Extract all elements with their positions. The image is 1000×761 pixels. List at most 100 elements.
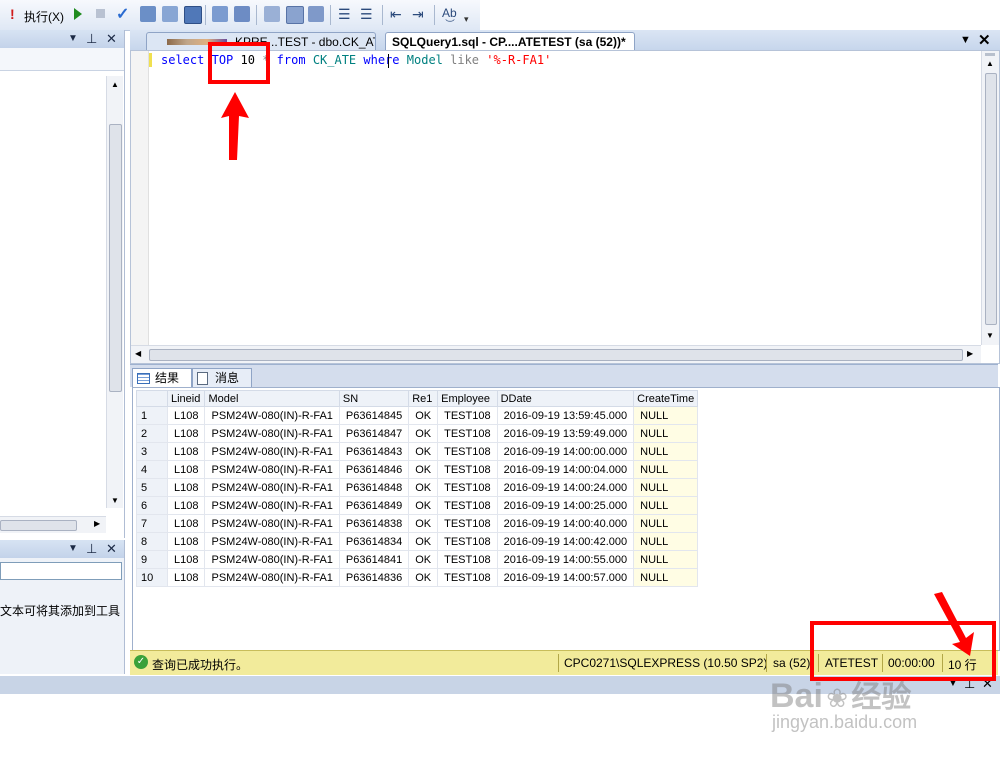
table-cell[interactable]: TEST108 — [437, 460, 498, 479]
table-cell[interactable]: P63614846 — [338, 460, 410, 479]
editor-vertical-scrollbar[interactable]: ▲ ▼ — [981, 51, 999, 345]
table-cell[interactable]: PSM24W-080(IN)-R-FA1 — [204, 514, 340, 533]
horizontal-scrollbar[interactable]: ▶ — [0, 516, 106, 533]
scroll-down-icon[interactable]: ▼ — [111, 496, 119, 505]
table-cell[interactable]: L108 — [166, 568, 206, 587]
table-cell[interactable]: L108 — [166, 406, 206, 425]
results-to-grid-icon[interactable] — [184, 6, 202, 24]
table-cell[interactable]: L108 — [166, 460, 206, 479]
table-cell[interactable]: 2016-09-19 14:00:42.000 — [496, 532, 635, 551]
table-cell[interactable]: 2016-09-19 14:00:24.000 — [496, 478, 635, 497]
dropdown-icon[interactable]: ▼ — [68, 33, 78, 44]
row-number-cell[interactable]: 7 — [136, 514, 168, 533]
table-cell[interactable]: P63614845 — [338, 406, 410, 425]
editor-horizontal-scrollbar[interactable]: ◀ ▶ — [131, 345, 981, 363]
table-cell[interactable]: PSM24W-080(IN)-R-FA1 — [204, 496, 340, 515]
scroll-right-icon[interactable]: ▶ — [94, 519, 100, 528]
table-cell[interactable]: PSM24W-080(IN)-R-FA1 — [204, 424, 340, 443]
tab-list-dropdown-icon[interactable]: ▼ — [960, 34, 971, 46]
table-cell[interactable]: P63614838 — [338, 514, 410, 533]
close-icon[interactable]: ✕ — [106, 31, 117, 47]
table-row[interactable]: 4 L108 PSM24W-080(IN)-R-FA1 P63614846 OK TEST… — [136, 460, 699, 479]
table-cell[interactable]: 2016-09-19 14:00:40.000 — [496, 514, 635, 533]
table-cell[interactable]: NULL — [633, 424, 699, 443]
editor-h-scroll-thumb[interactable] — [149, 349, 963, 361]
row-number-cell[interactable]: 3 — [136, 442, 168, 461]
pin-icon[interactable]: ⊥ — [86, 541, 97, 557]
scroll-left-icon[interactable]: ◀ — [135, 349, 141, 358]
column-header[interactable]: Lineid — [166, 390, 206, 407]
column-header[interactable]: Employee — [437, 390, 498, 407]
table-cell[interactable]: OK — [408, 514, 439, 533]
table-cell[interactable]: P63614841 — [338, 550, 410, 569]
table-cell[interactable]: P63614834 — [338, 532, 410, 551]
table-cell[interactable]: PSM24W-080(IN)-R-FA1 — [204, 460, 340, 479]
search-input[interactable] — [0, 562, 122, 580]
table-cell[interactable]: PSM24W-080(IN)-R-FA1 — [204, 442, 340, 461]
table-cell[interactable]: OK — [408, 568, 439, 587]
stop-icon[interactable] — [96, 9, 105, 18]
close-icon[interactable]: ✕ — [106, 541, 117, 557]
table-cell[interactable]: 2016-09-19 14:00:00.000 — [496, 442, 635, 461]
check-icon[interactable]: ✓ — [116, 4, 129, 24]
vertical-scrollbar[interactable]: ▲ ▼ — [106, 76, 123, 508]
column-header[interactable]: Model — [204, 390, 340, 407]
parse-icon[interactable] — [162, 6, 178, 22]
table-cell[interactable]: P63614843 — [338, 442, 410, 461]
table-cell[interactable]: TEST108 — [437, 496, 498, 515]
scroll-up-icon[interactable]: ▲ — [111, 80, 119, 89]
table-row[interactable]: 6 L108 PSM24W-080(IN)-R-FA1 P63614849 OK TEST… — [136, 496, 699, 515]
template-params-icon[interactable]: A͜b — [442, 6, 457, 20]
table-cell[interactable]: OK — [408, 496, 439, 515]
sql-editor[interactable]: select TOP 10 * from CK_ATE where Model … — [130, 50, 1000, 364]
table-cell[interactable]: P63614849 — [338, 496, 410, 515]
row-number-cell[interactable]: 8 — [136, 532, 168, 551]
row-number-cell[interactable]: 2 — [136, 424, 168, 443]
scroll-up-icon[interactable]: ▲ — [986, 59, 994, 68]
tab-results[interactable]: 结果 — [132, 368, 192, 387]
table-cell[interactable]: L108 — [166, 424, 206, 443]
table-cell[interactable]: TEST108 — [437, 478, 498, 497]
tab-messages[interactable]: 消息 — [192, 368, 252, 387]
table-cell[interactable]: L108 — [166, 496, 206, 515]
splitter-handle[interactable] — [985, 53, 995, 56]
table-row[interactable]: 5 L108 PSM24W-080(IN)-R-FA1 P63614848 OK TEST… — [136, 478, 699, 497]
table-cell[interactable]: OK — [408, 460, 439, 479]
table-cell[interactable]: L108 — [166, 442, 206, 461]
table-cell[interactable]: NULL — [633, 532, 699, 551]
table-cell[interactable]: NULL — [633, 568, 699, 587]
table-cell[interactable]: NULL — [633, 514, 699, 533]
row-number-cell[interactable]: 10 — [136, 568, 168, 587]
table-cell[interactable]: 2016-09-19 14:00:57.000 — [496, 568, 635, 587]
table-cell[interactable]: P63614847 — [338, 424, 410, 443]
editor-scroll-thumb[interactable] — [985, 73, 997, 325]
table-cell[interactable]: TEST108 — [437, 424, 498, 443]
table-cell[interactable]: P63614848 — [338, 478, 410, 497]
table-cell[interactable]: P63614836 — [338, 568, 410, 587]
display-plan-icon[interactable] — [140, 6, 156, 22]
decrease-indent-icon[interactable]: ⇤ — [390, 6, 402, 23]
scroll-right-icon[interactable]: ▶ — [967, 349, 973, 358]
toolbar-overflow-icon[interactable]: ▾ — [464, 14, 469, 25]
tab-sqlquery1[interactable]: SQLQuery1.sql - CP....ATETEST (sa (52))* — [385, 32, 635, 50]
table-cell[interactable]: PSM24W-080(IN)-R-FA1 — [204, 478, 340, 497]
column-header[interactable]: SN — [338, 390, 410, 407]
results-grid-icon[interactable] — [286, 6, 304, 24]
table-cell[interactable]: L108 — [166, 532, 206, 551]
column-header[interactable]: CreateTime — [633, 390, 699, 407]
table-cell[interactable]: TEST108 — [437, 442, 498, 461]
comment-icon[interactable]: ☰ — [338, 6, 351, 23]
table-row[interactable]: 3 L108 PSM24W-080(IN)-R-FA1 P63614843 OK TEST… — [136, 442, 699, 461]
table-cell[interactable]: PSM24W-080(IN)-R-FA1 — [204, 406, 340, 425]
row-number-cell[interactable]: 4 — [136, 460, 168, 479]
execute-icon[interactable]: ! — [10, 6, 15, 22]
scroll-thumb[interactable] — [109, 124, 122, 392]
scroll-down-icon[interactable]: ▼ — [986, 331, 994, 340]
row-number-header[interactable] — [136, 390, 168, 407]
table-cell[interactable]: TEST108 — [437, 550, 498, 569]
table-cell[interactable]: 2016-09-19 13:59:45.000 — [496, 406, 635, 425]
table-cell[interactable]: TEST108 — [437, 406, 498, 425]
table-row[interactable]: 8 L108 PSM24W-080(IN)-R-FA1 P63614834 OK TEST… — [136, 532, 699, 551]
table-cell[interactable]: OK — [408, 406, 439, 425]
dropdown-icon[interactable]: ▼ — [68, 543, 78, 554]
